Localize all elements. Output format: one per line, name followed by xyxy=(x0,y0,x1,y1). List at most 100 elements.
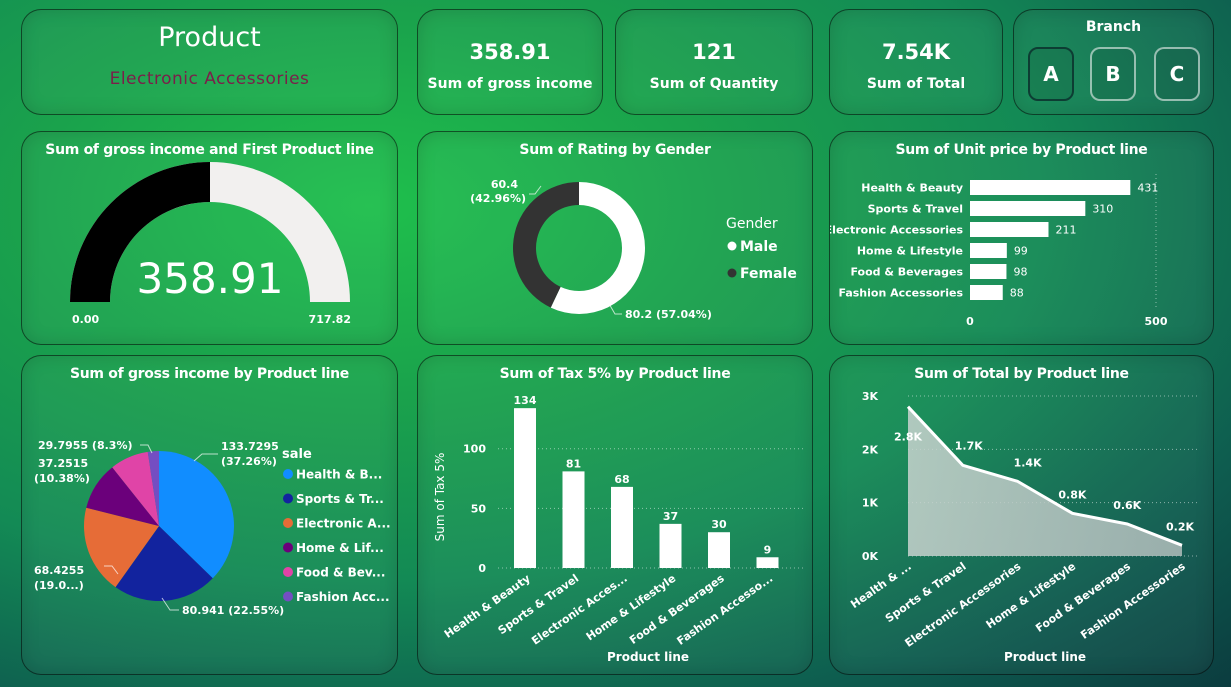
total-x-axis-title: Product line xyxy=(1004,650,1086,664)
kpi-label: Sum of Total xyxy=(866,76,966,92)
kpi-card-quantity: 121 Sum of Quantity xyxy=(615,9,813,115)
legend-label: Sports & Tr... xyxy=(296,492,384,506)
donut-chart: 60.4 (42.96%) 80.2 (57.04%) Gender Male … xyxy=(470,178,797,321)
data-label: 81 xyxy=(566,457,581,470)
pie-pct-health: (37.26%) xyxy=(221,455,277,468)
product-subtitle: Electronic Accessories xyxy=(109,69,310,89)
legend-label: Home & Lif... xyxy=(296,541,384,555)
data-label: 99 xyxy=(1014,245,1028,258)
category-label: Sports & Travel xyxy=(868,203,963,216)
pie-leader-health xyxy=(193,453,218,462)
legend-marker-female xyxy=(727,268,737,278)
pie-label-sports: 80.941 (22.55%) xyxy=(182,604,284,617)
x-tick-label: Food & Beverages xyxy=(1033,560,1133,635)
legend-label-female: Female xyxy=(740,266,797,282)
branch-button-b[interactable]: B xyxy=(1090,47,1136,101)
bar xyxy=(611,486,633,568)
bar xyxy=(708,532,730,568)
x-tick-label: 0 xyxy=(966,315,974,328)
tax-card: Sum of Tax 5% by Product line Sum of Tax… xyxy=(417,355,813,675)
donut-legend-title: Gender xyxy=(726,216,778,232)
y-tick-label: 3K xyxy=(862,390,879,403)
kpi-card-total: 7.54K Sum of Total xyxy=(829,9,1003,115)
legend-label: Electronic A... xyxy=(296,517,391,531)
x-tick-label: Sports & Travel xyxy=(496,572,582,637)
kpi-card-gross-income: 358.91 Sum of gross income xyxy=(417,9,603,115)
bar xyxy=(970,180,1131,195)
data-label: 68 xyxy=(614,473,629,486)
pie-pct-electronic: (19.0...) xyxy=(34,579,84,592)
x-tick-label: Home & Lifestyle xyxy=(984,560,1078,632)
legend-marker xyxy=(283,567,293,577)
x-tick-label: Health & Beauty xyxy=(442,572,533,641)
legend-marker xyxy=(283,493,293,504)
tax-x-axis-title: Product line xyxy=(607,650,689,664)
data-label: 211 xyxy=(1055,224,1076,237)
x-tick-label: Fashion Accessories xyxy=(1078,560,1188,642)
bar xyxy=(970,243,1007,258)
tax-y-axis-title: Sum of Tax 5% xyxy=(433,453,447,542)
area-fill xyxy=(908,406,1182,556)
female-value-label: 60.4 xyxy=(491,178,518,191)
branch-title: Branch xyxy=(1085,19,1142,35)
branch-button-c[interactable]: C xyxy=(1154,47,1200,101)
bar xyxy=(970,201,1086,216)
pie-card: Sum of gross income by Product line 133.… xyxy=(21,355,398,675)
tax-chart: Sum of Tax 5% Product line 0 50 100 134 Heal… xyxy=(433,394,803,664)
legend-label: Fashion Acc... xyxy=(296,590,390,604)
unit-price-chart: Health & Beauty 431 Sports & Travel 310 Elec… xyxy=(830,174,1168,328)
bar xyxy=(970,222,1049,237)
pie-chart: 133.7295 (37.26%) 29.7955 (8.3%) 37.2515… xyxy=(34,439,391,617)
kpi-value: 121 xyxy=(692,40,736,64)
data-label: 2.8K xyxy=(894,431,922,444)
total-card: Sum of Total by Product line Product lin… xyxy=(829,355,1214,675)
pie-label-home: 37.2515 xyxy=(38,457,88,470)
branch-button-a[interactable]: A xyxy=(1028,47,1074,101)
female-pct-label: (42.96%) xyxy=(470,192,526,205)
y-tick-label: 2K xyxy=(862,443,879,456)
y-tick-label: 0 xyxy=(478,562,486,575)
gauge-max-label: 717.82 xyxy=(309,313,351,326)
total-chart: Product line 0K 1K 2K 3K 2.8K 1.7K 1.4K 0.8K 0.6… xyxy=(848,390,1200,664)
y-tick-label: 50 xyxy=(471,502,487,515)
female-leader-line xyxy=(529,185,542,195)
category-label: Home & Lifestyle xyxy=(857,245,963,258)
gauge-min-label: 0.00 xyxy=(72,313,99,326)
data-label: 30 xyxy=(711,518,727,531)
gauge-value-label: 358.91 xyxy=(137,254,284,303)
legend-marker xyxy=(283,469,293,479)
kpi-value: 358.91 xyxy=(469,40,551,64)
bar xyxy=(970,264,1007,279)
bar xyxy=(514,408,536,568)
category-label: Health & Beauty xyxy=(861,182,963,195)
y-tick-label: 1K xyxy=(862,497,879,510)
legend-marker xyxy=(283,591,293,602)
donut-card: Sum of Rating by Gender 60.4 (42.96%) 80… xyxy=(417,131,813,345)
legend-marker xyxy=(283,518,293,528)
data-label: 88 xyxy=(1010,287,1024,300)
bar xyxy=(659,523,682,568)
y-tick-label: 100 xyxy=(463,443,486,456)
legend-label: Health & B... xyxy=(296,468,382,482)
category-label: Fashion Accessories xyxy=(838,287,963,300)
pie-label-food: 29.7955 (8.3%) xyxy=(38,439,133,452)
legend-label-male: Male xyxy=(740,239,778,255)
gauge-card: Sum of gross income and First Product li… xyxy=(21,131,398,345)
data-label: 431 xyxy=(1137,182,1158,195)
data-label: 310 xyxy=(1092,203,1113,216)
kpi-label: Sum of Quantity xyxy=(649,76,779,92)
pie-pct-home: (10.38%) xyxy=(34,472,90,485)
legend-label: Food & Bev... xyxy=(296,566,385,580)
data-label: 1.4K xyxy=(1014,456,1042,469)
pie-label-health: 133.7295 xyxy=(221,440,279,453)
pie-legend-title: sale xyxy=(282,447,312,462)
legend-marker xyxy=(283,542,293,553)
legend-marker-male xyxy=(727,241,737,251)
data-label: 0.2K xyxy=(1166,520,1194,533)
x-tick-label: 500 xyxy=(1145,315,1168,328)
data-label: 98 xyxy=(1013,266,1027,279)
gauge-chart: 358.91 0.00 717.82 xyxy=(70,162,351,326)
pie-label-electronic: 68.4255 xyxy=(34,564,84,577)
category-label: Electronic Accessories xyxy=(830,224,963,237)
bar xyxy=(756,557,779,568)
